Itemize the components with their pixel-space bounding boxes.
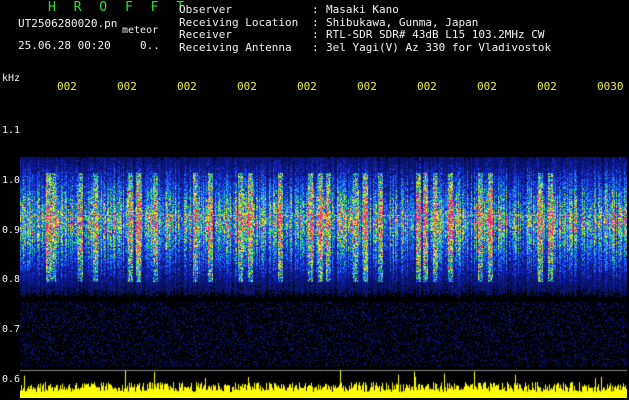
spectrogram-canvas	[20, 92, 627, 398]
info-key: Receiver	[179, 28, 232, 41]
info-colon: :	[312, 3, 319, 16]
meteor-label: meteor	[122, 25, 159, 36]
info-colon: :	[312, 40, 319, 54]
date-time: 25.06.28 00:20	[18, 39, 111, 52]
info-value: RTL-SDR SDR# 43dB L15 103.2MHz CW	[326, 28, 545, 41]
info-colon: :	[312, 28, 319, 41]
info-value: 3el Yagi(V) Az 330 for Vladivostok	[326, 40, 552, 54]
info-row-observer: Observer : Masaki Kano	[179, 4, 626, 17]
status-indicator: 0..	[140, 39, 160, 52]
unit-label: kHz	[2, 73, 21, 84]
y-label-1.1: 1.1	[2, 125, 21, 136]
y-label-0.8: 0.8	[2, 274, 21, 285]
y-label-0.7: 0.7	[2, 324, 21, 335]
y-label-1.0: 1.0	[2, 175, 21, 186]
info-value: Masaki Kano	[326, 3, 399, 16]
info-row-receiver: Receiver : RTL-SDR SDR# 43dB L15 103.2MH…	[179, 29, 626, 42]
file-name: UT2506280020.pn	[18, 17, 118, 30]
station-info: Observer : Masaki Kano Receiving Locatio…	[179, 4, 626, 54]
y-label-0.6: 0.6	[2, 374, 21, 385]
header-title: H R O F F T	[48, 0, 190, 15]
y-label-0.9: 0.9	[2, 225, 21, 236]
info-key: Observer	[179, 3, 232, 16]
info-key: Receiving Antenna	[179, 40, 292, 54]
info-row-antenna: Receiving Antenna : 3el Yagi(V) Az 330 f…	[179, 40, 626, 55]
